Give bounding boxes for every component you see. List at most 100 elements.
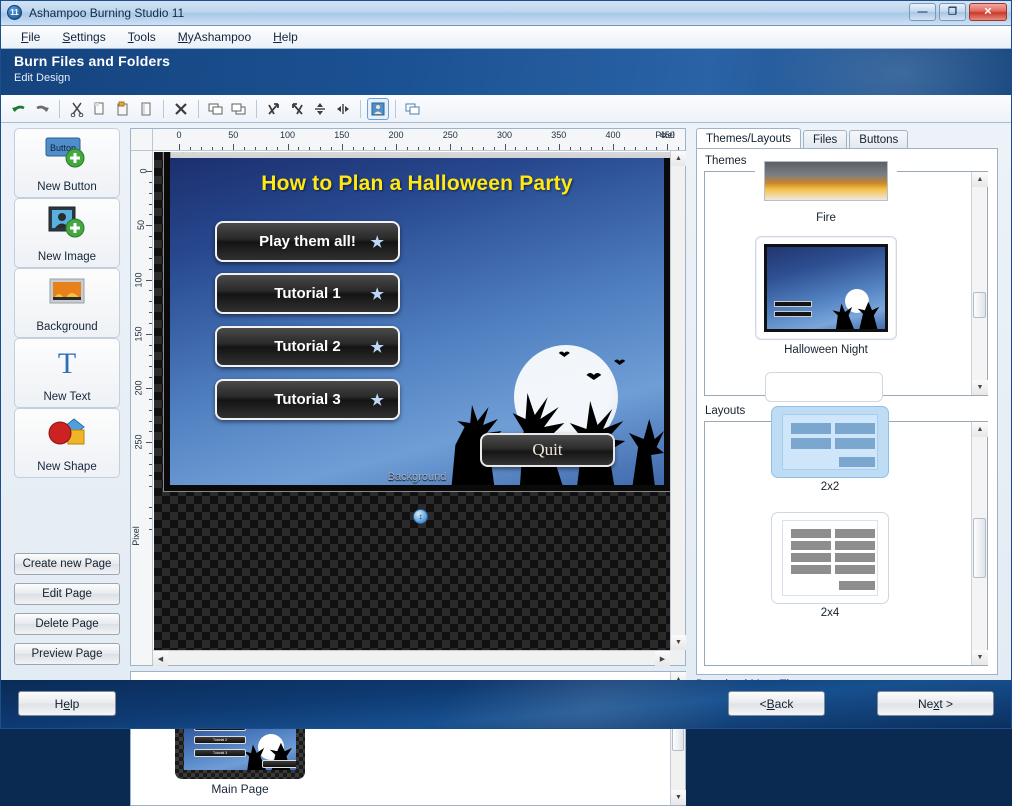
tool-label: New Shape [37, 461, 96, 473]
scroll-up-icon[interactable]: ▲ [972, 172, 988, 187]
design-editor: 050100150200250300350400450Pixel 0501001… [130, 128, 686, 666]
themes-list[interactable]: Fire [704, 171, 988, 396]
canvas-horizontal-scrollbar[interactable]: ◀ ▶ [153, 650, 670, 665]
ruler-tick [309, 147, 310, 150]
minimize-button[interactable]: — [909, 3, 936, 21]
theme-thumbnail-fire [764, 161, 888, 201]
autorun-button-tutorial-1[interactable]: Tutorial 1 ★ [215, 273, 400, 314]
toolbar-separator [256, 100, 257, 118]
scroll-left-icon[interactable]: ◀ [153, 651, 168, 666]
canvas-vertical-scrollbar[interactable]: ▲ ▼ [670, 151, 685, 650]
autorun-button-quit[interactable]: Quit [480, 433, 615, 467]
autorun-canvas[interactable]: How to Plan a Halloween Party Play them … [170, 158, 664, 485]
ruler-label: 150 [334, 130, 349, 140]
scroll-right-icon[interactable]: ▶ [655, 651, 670, 666]
layout-item-2x4[interactable]: 2x4 [755, 512, 905, 619]
menu-item-file[interactable]: FFileile [10, 27, 51, 47]
ruler-tick [613, 144, 614, 150]
theme-item-fire[interactable]: Fire [751, 154, 901, 224]
window-controls: — ❐ ✕ [909, 3, 1007, 21]
tab-themes-layouts[interactable]: Themes/Layouts [696, 128, 801, 149]
ruler-label: 50 [136, 220, 146, 230]
scroll-down-icon[interactable]: ▼ [972, 380, 988, 395]
scroll-up-icon[interactable]: ▲ [972, 422, 988, 437]
edit-page-button[interactable]: Edit Page [14, 583, 120, 605]
layouts-scrollbar[interactable]: ▲ ▼ [971, 422, 987, 665]
send-to-back-icon[interactable] [228, 98, 250, 120]
bring-to-front-icon[interactable] [205, 98, 227, 120]
canvas-viewport[interactable]: Autorun How to Plan a [154, 152, 670, 650]
horizontal-ruler: 050100150200250300350400450Pixel [153, 129, 685, 151]
back-button[interactable]: < Back [728, 691, 825, 716]
tool-background[interactable]: Background [14, 268, 120, 338]
tab-files[interactable]: Files [803, 130, 847, 149]
work-area: Button New Button [0, 123, 1012, 680]
ruler-tick [149, 431, 152, 432]
ruler-label: 0 [138, 168, 148, 173]
duplicate-icon[interactable] [135, 98, 157, 120]
cut-icon[interactable] [66, 98, 88, 120]
redo-icon[interactable] [31, 98, 53, 120]
themes-scrollbar[interactable]: ▲ ▼ [971, 172, 987, 395]
help-button[interactable]: Help [18, 691, 116, 716]
scrollbar-thumb[interactable] [973, 292, 986, 318]
menu-item-tools[interactable]: Tools [117, 27, 167, 47]
menu-item-myashampoo[interactable]: MyAshampoo [167, 27, 262, 47]
menu-item-help[interactable]: Help [262, 27, 309, 47]
scroll-down-icon[interactable]: ▼ [671, 790, 686, 805]
autorun-page[interactable]: Autorun How to Plan a [164, 152, 670, 491]
thumbnail-button [774, 311, 812, 317]
menu-item-settings[interactable]: Settings [51, 27, 116, 47]
theme-item-next[interactable] [765, 372, 883, 402]
ruler-tick [146, 334, 152, 335]
undo-icon[interactable] [8, 98, 30, 120]
scroll-down-icon[interactable]: ▼ [972, 650, 988, 665]
theme-name: Halloween Night [751, 344, 901, 356]
tab-buttons[interactable]: Buttons [849, 130, 908, 149]
button-label: Tutorial 3 [274, 391, 340, 408]
scrollbar-thumb[interactable] [973, 518, 986, 578]
image-properties-icon[interactable] [367, 98, 389, 120]
autorun-button-tutorial-3[interactable]: Tutorial 3 ★ [215, 379, 400, 420]
preview-page-button[interactable]: Preview Page [14, 643, 120, 665]
ruler-tick [602, 147, 603, 150]
tool-new-button[interactable]: Button New Button [14, 128, 120, 198]
resize-handle-bottom[interactable]: ↕ [413, 509, 428, 524]
maximize-button[interactable]: ❐ [939, 3, 966, 21]
ruler-tick [149, 355, 152, 356]
page-header: Burn Files and Folders Edit Design [0, 49, 1012, 95]
ruler-label: 100 [280, 130, 295, 140]
tool-new-shape[interactable]: New Shape [14, 408, 120, 478]
tool-new-image[interactable]: New Image [14, 198, 120, 268]
create-new-page-button[interactable]: Create new Page [14, 553, 120, 575]
theme-item-halloween-night[interactable]: Halloween Night [751, 236, 901, 356]
close-button[interactable]: ✕ [969, 3, 1007, 21]
distribute-horizontal-icon[interactable] [332, 98, 354, 120]
layout-preview [771, 406, 889, 478]
layout-name: 2x4 [755, 607, 905, 619]
autorun-button-tutorial-2[interactable]: Tutorial 2 ★ [215, 326, 400, 367]
ruler-tick [526, 147, 527, 150]
copy-object-icon[interactable] [402, 98, 424, 120]
scroll-up-icon[interactable]: ▲ [671, 151, 686, 166]
copy-icon[interactable] [89, 98, 111, 120]
layouts-list[interactable]: 2x2 [704, 421, 988, 666]
themes-section-label: Themes [705, 155, 747, 167]
star-icon: ★ [371, 391, 384, 409]
align-backward-icon[interactable] [286, 98, 308, 120]
next-button[interactable]: Next > [877, 691, 994, 716]
scroll-down-icon[interactable]: ▼ [671, 635, 686, 650]
ruler-tick [396, 144, 397, 150]
thumbnail-button [774, 301, 812, 307]
layout-item-2x2[interactable]: 2x2 [755, 406, 905, 493]
star-icon: ★ [371, 233, 384, 251]
autorun-button-play-all[interactable]: Play them all! ★ [215, 221, 400, 262]
distribute-vertical-icon[interactable] [309, 98, 331, 120]
align-forward-icon[interactable] [263, 98, 285, 120]
paste-icon[interactable] [112, 98, 134, 120]
ruler-tick [298, 147, 299, 150]
tool-new-text[interactable]: T New Text [14, 338, 120, 408]
delete-icon[interactable] [170, 98, 192, 120]
page-title: Burn Files and Folders [14, 53, 170, 69]
delete-page-button[interactable]: Delete Page [14, 613, 120, 635]
